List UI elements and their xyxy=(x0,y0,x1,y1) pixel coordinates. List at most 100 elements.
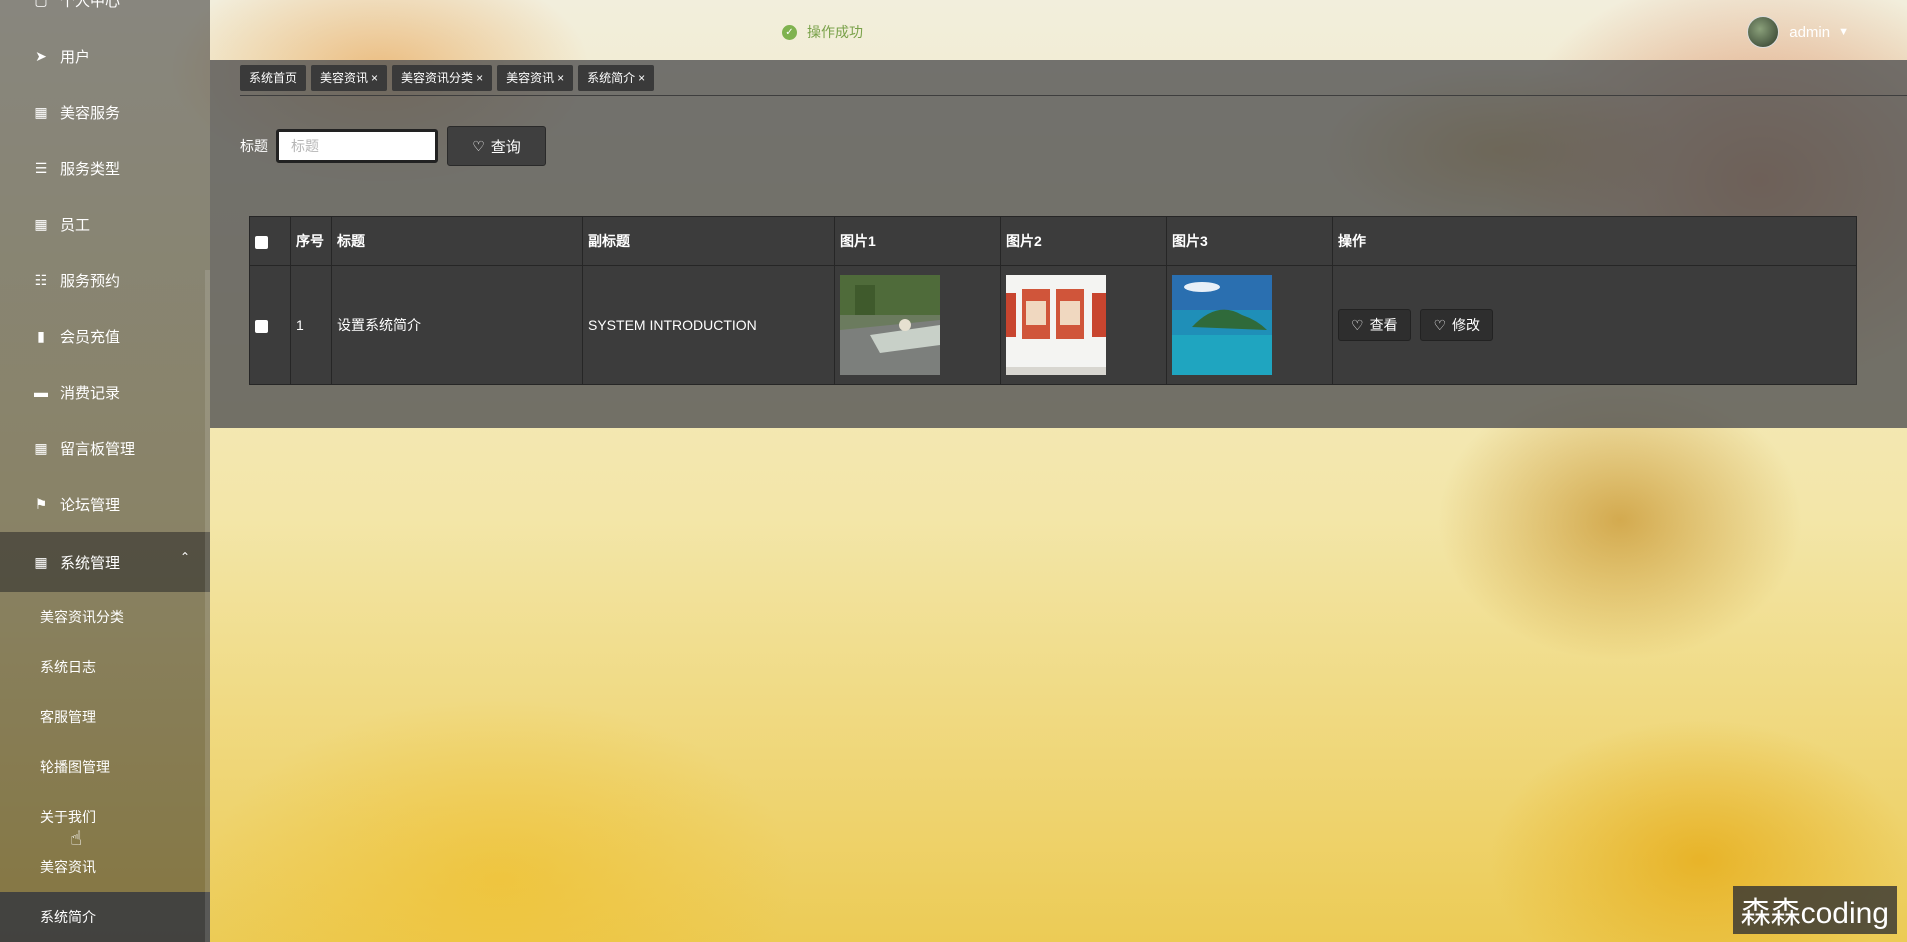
grid-icon: ▦ xyxy=(34,103,48,120)
search-form: 标题 ♡ 查询 xyxy=(240,126,546,166)
sidebar-item-message-board[interactable]: ▦ 留言板管理 xyxy=(0,420,210,476)
caret-down-icon: ▼ xyxy=(1838,26,1849,38)
sidebar-subitem-label: 系统日志 xyxy=(40,659,96,675)
sidebar-item-label: 系统管理 xyxy=(60,554,121,572)
tab-news-category[interactable]: 美容资讯分类 × xyxy=(392,65,493,91)
tab-label: 系统简介 xyxy=(587,71,636,85)
cell-title: 设置系统简介 xyxy=(331,265,583,385)
sidebar-item-users[interactable]: ➤ 用户 xyxy=(0,28,210,84)
column-header: 操作 xyxy=(1332,216,1857,266)
cell-actions: ♡ 查看 ♡ 修改 xyxy=(1332,265,1857,385)
briefcase-icon: ▬ xyxy=(34,384,48,400)
close-icon[interactable]: × xyxy=(557,71,564,85)
view-button-label: 查看 xyxy=(1369,317,1398,333)
query-button-label: 查询 xyxy=(490,138,521,156)
island-thumbnail[interactable] xyxy=(1172,275,1272,375)
sidebar-item-label: 服务类型 xyxy=(60,160,121,178)
garden-thumbnail[interactable] xyxy=(840,275,940,375)
username: admin xyxy=(1789,23,1831,41)
flag-icon: ⚑ xyxy=(34,495,48,512)
cell-index: 1 xyxy=(290,265,332,385)
heart-icon: ♡ xyxy=(1351,316,1364,333)
sidebar-subitem-about-us[interactable]: 关于我们 xyxy=(0,792,210,842)
tab-label: 美容资讯分类 xyxy=(401,71,474,85)
book-icon: ▮ xyxy=(37,327,45,344)
edit-button-label: 修改 xyxy=(1452,317,1481,333)
sidebar-subitem-news-category[interactable]: 美容资讯分类 xyxy=(0,592,210,642)
sidebar-item-label: 个人中心 xyxy=(60,0,121,10)
select-all-checkbox[interactable] xyxy=(255,235,268,249)
sidebar-item-booking[interactable]: ☷ 服务预约 xyxy=(0,252,210,308)
sidebar-item-label: 论坛管理 xyxy=(60,496,121,514)
toast-message: 操作成功 xyxy=(807,24,863,40)
grid-icon: ▦ xyxy=(34,215,48,232)
column-header: 序号 xyxy=(290,216,332,266)
sidebar-menu: ▢ 个人中心 ➤ 用户 ▦ 美容服务 ☰ 服务类型 ▦ 员工 ☷ 服务预约 ▮ … xyxy=(0,0,210,942)
heart-icon: ♡ xyxy=(472,137,485,154)
sidebar-item-label: 留言板管理 xyxy=(60,440,136,458)
sidebar-item-label: 用户 xyxy=(60,48,91,66)
sidebar-subitem-label: 轮播图管理 xyxy=(40,759,110,775)
sidebar-item-recharge[interactable]: ▮ 会员充值 xyxy=(0,308,210,364)
tab-label: 美容资讯 xyxy=(320,71,369,85)
column-header: 图片3 xyxy=(1166,216,1333,266)
data-table: 序号 标题 副标题 图片1 图片2 图片3 操作 1 设置系统简介 SYSTEM… xyxy=(249,216,1857,385)
tab-system-intro[interactable]: 系统简介 × xyxy=(578,65,655,91)
mouse-cursor-icon: ☝ xyxy=(70,828,83,850)
close-icon[interactable]: × xyxy=(476,71,483,85)
view-button[interactable]: ♡ 查看 xyxy=(1338,309,1411,341)
sidebar-item-service-type[interactable]: ☰ 服务类型 xyxy=(0,140,210,196)
close-icon[interactable]: × xyxy=(638,71,645,85)
edit-button[interactable]: ♡ 修改 xyxy=(1420,309,1494,341)
sidebar-subitem-label: 客服管理 xyxy=(40,709,96,725)
sidebar-item-label: 美容服务 xyxy=(60,104,121,122)
sidebar-subitem-system-log[interactable]: 系统日志 xyxy=(0,642,210,692)
sidebar-subitem-carousel[interactable]: 轮播图管理 xyxy=(0,742,210,792)
sidebar-subitem-label: 关于我们 xyxy=(40,809,96,825)
send-icon: ➤ xyxy=(35,47,47,64)
tab-home[interactable]: 系统首页 xyxy=(240,65,307,91)
sidebar-subitem-label: 系统简介 xyxy=(40,909,96,925)
sidebar-item-consumption[interactable]: ▬ 消费记录 xyxy=(0,364,210,420)
query-button[interactable]: ♡ 查询 xyxy=(447,126,546,166)
cell-image-2 xyxy=(1000,265,1167,385)
chevron-up-icon: ⌃ xyxy=(179,550,190,564)
sidebar-group-system[interactable]: ▦ 系统管理 ⌃ xyxy=(0,532,210,592)
sidebar-subitem-system-intro[interactable]: 系统简介 xyxy=(0,892,210,942)
apps-icon: ▦ xyxy=(34,553,48,570)
top-header: ✓ 操作成功 admin ▼ xyxy=(210,0,1907,60)
sidebar-item-label: 消费记录 xyxy=(60,384,121,402)
success-toast: ✓ 操作成功 xyxy=(782,22,863,42)
sidebar-item-staff[interactable]: ▦ 员工 xyxy=(0,196,210,252)
tab-label: 美容资讯 xyxy=(506,71,555,85)
row-checkbox[interactable] xyxy=(255,319,268,333)
list-icon: ☰ xyxy=(34,159,48,176)
sidebar-subitem-customer-service[interactable]: 客服管理 xyxy=(0,692,210,742)
posters-thumbnail[interactable] xyxy=(1006,275,1106,375)
tab-beauty-news[interactable]: 美容资讯 × xyxy=(311,65,388,91)
column-header: 图片2 xyxy=(1000,216,1167,266)
tab-divider xyxy=(240,95,1907,96)
sidebar-item-personal-center[interactable]: ▢ 个人中心 xyxy=(0,0,210,28)
tab-label: 系统首页 xyxy=(249,71,298,85)
title-search-input[interactable] xyxy=(276,129,438,163)
cell-image-1 xyxy=(834,265,1001,385)
sidebar-item-label: 服务预约 xyxy=(60,272,121,290)
cell-image-3 xyxy=(1166,265,1333,385)
sidebar: ▢ 个人中心 ➤ 用户 ▦ 美容服务 ☰ 服务类型 ▦ 员工 ☷ 服务预约 ▮ … xyxy=(0,0,210,942)
sidebar-subitem-beauty-news[interactable]: 美容资讯 xyxy=(0,842,210,892)
column-header: 副标题 xyxy=(582,216,835,266)
cell-subtitle: SYSTEM INTRODUCTION xyxy=(582,265,835,385)
sidebar-item-label: 员工 xyxy=(60,216,91,234)
table-row: 1 设置系统简介 SYSTEM INTRODUCTION ♡ 查看 ♡ 修改 xyxy=(249,265,1857,385)
sidebar-subitem-label: 美容资讯分类 xyxy=(40,609,124,625)
tab-bar: 系统首页 美容资讯 × 美容资讯分类 × 美容资讯 × 系统简介 × xyxy=(240,65,655,91)
heart-icon: ♡ xyxy=(1433,316,1447,333)
user-menu[interactable]: admin ▼ xyxy=(1747,16,1849,48)
sidebar-item-forum[interactable]: ⚑ 论坛管理 xyxy=(0,476,210,532)
watermark: 森森coding xyxy=(1732,886,1897,934)
column-header: 标题 xyxy=(331,216,583,266)
close-icon[interactable]: × xyxy=(371,71,378,85)
tab-beauty-news-2[interactable]: 美容资讯 × xyxy=(497,65,574,91)
sidebar-item-beauty-service[interactable]: ▦ 美容服务 xyxy=(0,84,210,140)
